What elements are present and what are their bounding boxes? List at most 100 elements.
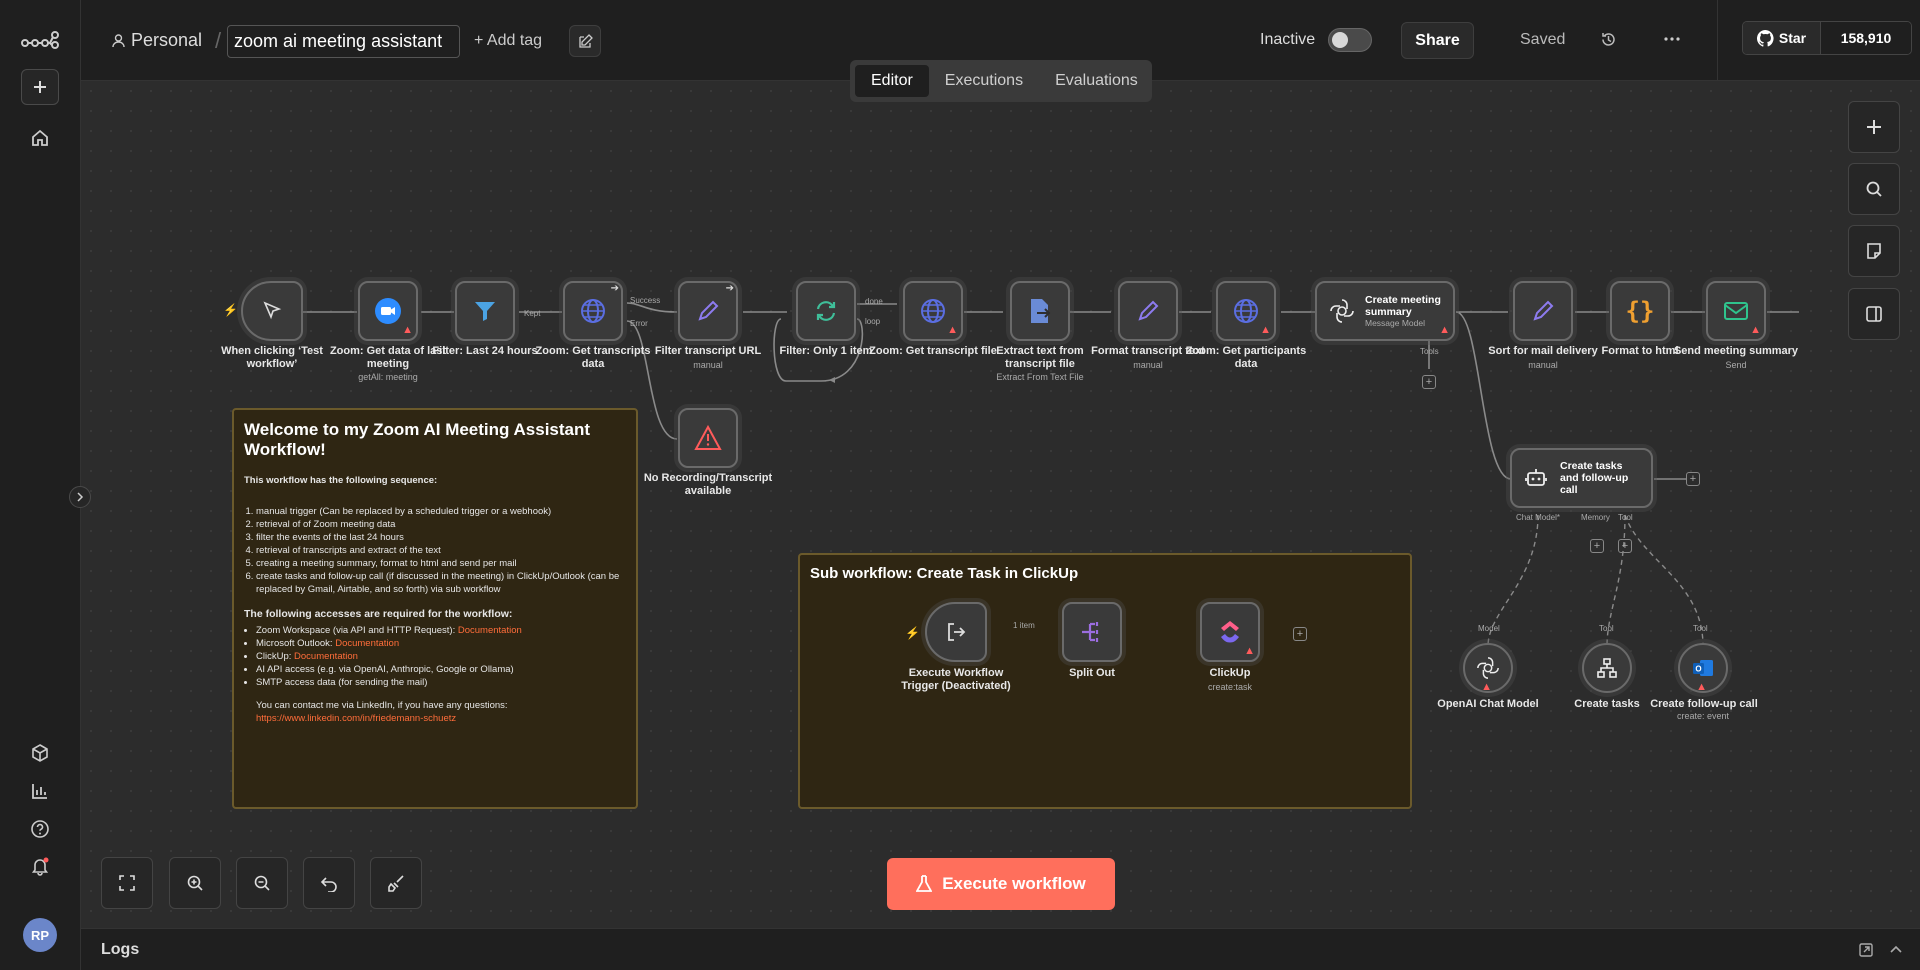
node-create-tasks-tool[interactable] xyxy=(1582,643,1632,693)
project-breadcrumb[interactable]: Personal xyxy=(131,30,202,51)
tab-executions[interactable]: Executions xyxy=(929,65,1039,97)
node-format-transcript[interactable] xyxy=(1118,281,1178,341)
plus-icon xyxy=(34,81,46,93)
add-button[interactable] xyxy=(21,69,59,105)
edge-label-one-item: 1 item xyxy=(1013,621,1035,630)
node-create-tasks-agent[interactable]: Create tasks and follow-up call xyxy=(1510,448,1653,508)
clickup-icon xyxy=(1221,621,1239,643)
plus-icon xyxy=(1867,120,1881,134)
step-item: manual trigger (Can be replaced by a sch… xyxy=(256,505,626,518)
outlook-icon: O xyxy=(1693,660,1713,676)
sticky-note-button[interactable] xyxy=(1848,225,1900,277)
add-node-button[interactable]: + xyxy=(1686,472,1700,486)
node-loop-one-item[interactable] xyxy=(796,281,856,341)
step-item: retrieval of of Zoom meeting data xyxy=(256,518,626,531)
help-button[interactable] xyxy=(20,809,60,849)
tab-editor[interactable]: Editor xyxy=(855,65,929,97)
node-filter-24h[interactable] xyxy=(455,281,515,341)
chevron-up-icon[interactable] xyxy=(1889,944,1903,954)
node-format-html[interactable]: {} xyxy=(1610,281,1670,341)
add-memory-button[interactable]: + xyxy=(1590,539,1604,553)
node-filter-transcript-url[interactable]: ➔ xyxy=(678,281,738,341)
warning-icon: ▲ xyxy=(947,324,958,336)
node-subtitle: manual xyxy=(1528,360,1558,370)
bar-chart-icon xyxy=(32,784,47,799)
doc-link[interactable]: Documentation xyxy=(335,638,399,649)
sticky-welcome-contact: You can contact me via LinkedIn, if you … xyxy=(256,700,508,711)
logs-panel[interactable]: Logs xyxy=(81,928,1920,970)
access-item: AI API access (e.g. via OpenAI, Anthropi… xyxy=(256,663,626,676)
edge-label-memory: Memory xyxy=(1581,513,1610,522)
view-tabs: Editor Executions Evaluations xyxy=(850,60,1152,102)
search-nodes-button[interactable] xyxy=(1848,163,1900,215)
node-zoom-get-transcript-file[interactable]: ▲ xyxy=(903,281,963,341)
node-label: Execute Workflow Trigger (Deactivated) xyxy=(901,667,1011,692)
split-icon xyxy=(1082,622,1099,642)
node-subtitle: Extract From Text File xyxy=(996,372,1084,382)
more-options-icon[interactable] xyxy=(1664,37,1680,41)
node-create-meeting-summary[interactable]: Create meeting summary Message Model ▲ xyxy=(1315,281,1455,341)
github-star-button[interactable]: Star 158,910 xyxy=(1742,21,1912,55)
doc-link[interactable]: Documentation xyxy=(458,625,522,636)
tab-evaluations[interactable]: Evaluations xyxy=(1039,65,1154,97)
doc-link[interactable]: Documentation xyxy=(294,651,358,662)
node-manual-trigger[interactable] xyxy=(241,281,303,341)
node-execute-workflow-trigger[interactable] xyxy=(925,602,987,662)
zoom-in-icon xyxy=(187,875,203,891)
templates-button[interactable] xyxy=(20,733,60,773)
sticky-note-welcome[interactable]: Welcome to my Zoom AI Meeting Assistant … xyxy=(232,408,638,809)
node-subtitle: create:task xyxy=(1207,682,1253,692)
n8n-logo-icon[interactable] xyxy=(20,20,60,60)
avatar[interactable]: RP xyxy=(23,918,57,952)
add-tag-button[interactable]: + Add tag xyxy=(474,32,542,50)
add-node-button[interactable]: + xyxy=(1293,627,1307,641)
history-icon[interactable] xyxy=(1600,31,1617,48)
node-send-summary[interactable]: ▲ xyxy=(1706,281,1766,341)
node-zoom-get-participants[interactable]: ▲ xyxy=(1216,281,1276,341)
sticky-welcome-access-title: The following accesses are required for … xyxy=(244,608,513,620)
node-zoom-get-meeting[interactable]: ▲ xyxy=(358,281,418,341)
home-button[interactable] xyxy=(20,118,60,158)
edge-label-model: Model xyxy=(1478,624,1500,633)
search-icon xyxy=(1866,181,1882,197)
add-tool-button[interactable]: + xyxy=(1422,375,1436,389)
zoom-in-button[interactable] xyxy=(169,857,221,909)
warning-icon: ▲ xyxy=(1244,645,1255,657)
access-item: Zoom Workspace (via API and HTTP Request… xyxy=(256,624,626,637)
tidy-up-button[interactable] xyxy=(370,857,422,909)
linkedin-link[interactable]: https://www.linkedin.com/in/friedemann-s… xyxy=(256,712,626,725)
node-extract-text[interactable] xyxy=(1010,281,1070,341)
zoom-icon xyxy=(375,298,401,324)
zoom-out-button[interactable] xyxy=(236,857,288,909)
insights-button[interactable] xyxy=(20,771,60,811)
toggle-panel-button[interactable] xyxy=(1848,288,1900,340)
warning-icon: ▲ xyxy=(1260,324,1271,336)
execute-workflow-button[interactable]: Execute workflow xyxy=(887,858,1115,910)
add-tool-button[interactable]: + xyxy=(1618,539,1632,553)
flask-icon xyxy=(916,875,933,892)
undo-button[interactable] xyxy=(303,857,355,909)
open-window-icon[interactable] xyxy=(1858,942,1874,958)
node-split-out[interactable] xyxy=(1062,602,1122,662)
github-star-count: 158,910 xyxy=(1821,22,1911,54)
cursor-icon xyxy=(263,301,282,320)
node-clickup[interactable]: ▲ xyxy=(1200,602,1260,662)
add-node-panel-button[interactable] xyxy=(1848,101,1900,153)
notifications-button[interactable] xyxy=(20,846,60,886)
edit-description-button[interactable] xyxy=(569,25,601,57)
svg-text:O: O xyxy=(1695,665,1701,674)
workflow-canvas[interactable]: Kept Success Error done loop Tools Chat … xyxy=(81,81,1920,928)
arrow-right-icon: ➔ xyxy=(725,283,734,294)
node-no-recording[interactable] xyxy=(678,408,738,468)
node-sort-mail[interactable] xyxy=(1513,281,1573,341)
node-create-follow-up[interactable]: O ▲ xyxy=(1678,643,1728,693)
workflow-name-input[interactable]: zoom ai meeting assistant xyxy=(227,25,460,58)
github-icon xyxy=(1756,29,1774,47)
node-openai-chat-model[interactable]: ▲ xyxy=(1463,643,1513,693)
share-button[interactable]: Share xyxy=(1401,22,1474,59)
active-toggle[interactable] xyxy=(1328,28,1372,52)
node-zoom-get-transcripts[interactable]: ➔ xyxy=(563,281,623,341)
zoom-out-icon xyxy=(254,875,270,891)
expand-sidebar-button[interactable] xyxy=(69,486,91,508)
fit-view-button[interactable] xyxy=(101,857,153,909)
